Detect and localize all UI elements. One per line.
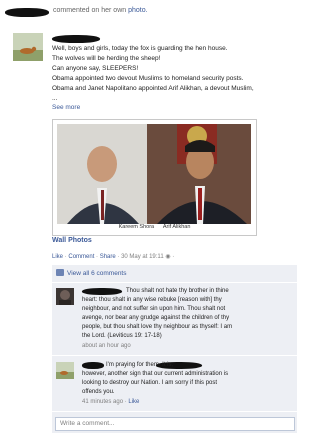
comments-section: View all 6 comments Thou shalt not hate … [52,265,297,433]
comment-line: I'm praying for them. It is, [106,362,174,368]
comment-text: Thou shalt not hate thy brother in thine… [82,287,292,341]
comment-line: neighbour, and not suffer sin upon him. … [82,306,226,312]
avatar-image [13,33,43,61]
caption-left-name: Kareem Shora [118,224,155,230]
post-line: The wolves will be herding the sheep! [52,55,161,62]
action-bar: Like · Comment · Share · 30 May at 19:11… [52,253,174,260]
separator: · [172,254,175,260]
like-button[interactable]: Like [52,254,63,260]
post-line: Can anyone say, SLEEPERS! [52,65,139,72]
comment-timestamp[interactable]: about an hour ago [82,343,131,349]
two-men-photo [57,124,251,224]
comment-meta: 41 minutes ago · Like [82,399,140,405]
photo-image [57,124,251,224]
comment-line: avenge, nor bear any grudge against the … [82,315,230,321]
shared-photo[interactable]: Kareem Shora Arif Alikhan [52,119,257,236]
redacted-author-name [52,35,100,43]
separator: · [64,254,67,260]
comment-line: people, but thou shalt love thy neighbou… [82,324,233,330]
write-comment-placeholder: Write a comment... [60,420,115,427]
post-line: Obama appointed two devout Muslims to ho… [52,75,244,82]
caption-right-name: Arif Alikhan [162,224,191,230]
comment-line: heart: thou shalt in any wise rebuke [re… [82,297,222,303]
commenter-avatar[interactable] [56,362,74,379]
separator: · [117,254,120,260]
author-avatar[interactable] [13,33,43,61]
comment-like-button[interactable]: Like [128,399,139,405]
comment-line: the Lord. (Leviticus 19: 17-18) [82,333,162,339]
post-line: ... [52,95,58,102]
comment-button[interactable]: Comment [68,254,94,260]
comment-line: however, another sign that our current a… [82,371,229,377]
comment-text: I'm praying for them. It is, however, an… [82,361,292,397]
avatar-image [56,288,74,305]
post-message: Well, boys and girls, today the fox is g… [52,44,297,104]
photo-caption: Kareem Shora Arif Alikhan [53,224,256,230]
comment-meta: about an hour ago [82,343,131,349]
view-all-comments-link[interactable]: View all 6 comments [56,269,127,277]
avatar-image [56,362,74,379]
write-comment-input[interactable]: Write a comment... [55,417,295,431]
view-all-label: View all 6 comments [67,270,127,277]
album-link[interactable]: Wall Photos [52,237,92,244]
audience-icon: ◉ [165,254,171,260]
see-more-link[interactable]: See more [52,104,80,111]
commenter-avatar[interactable] [56,288,74,305]
story-action-text: commented on her own [53,7,127,14]
redacted-name [5,8,49,17]
divider [52,282,297,283]
post-line: Obama and Janet Napolitano appointed Ari… [52,85,254,92]
photo-link[interactable]: photo. [128,7,147,14]
comment-line: looking to destroy our Nation. I am sorr… [82,380,218,386]
story-header: commented on her own photo. [5,7,295,19]
share-button[interactable]: Share [100,254,116,260]
divider [52,355,297,356]
divider [52,411,297,412]
post-timestamp[interactable]: 30 May at 19:11 [121,254,164,260]
separator: · [96,254,99,260]
comments-icon [56,269,64,276]
comment-line: offends you. [82,389,115,395]
comment-timestamp[interactable]: 41 minutes ago [82,399,123,405]
post-line: Well, boys and girls, today the fox is g… [52,45,228,52]
comment-line: Thou shalt not hate thy brother in thine [126,288,229,294]
